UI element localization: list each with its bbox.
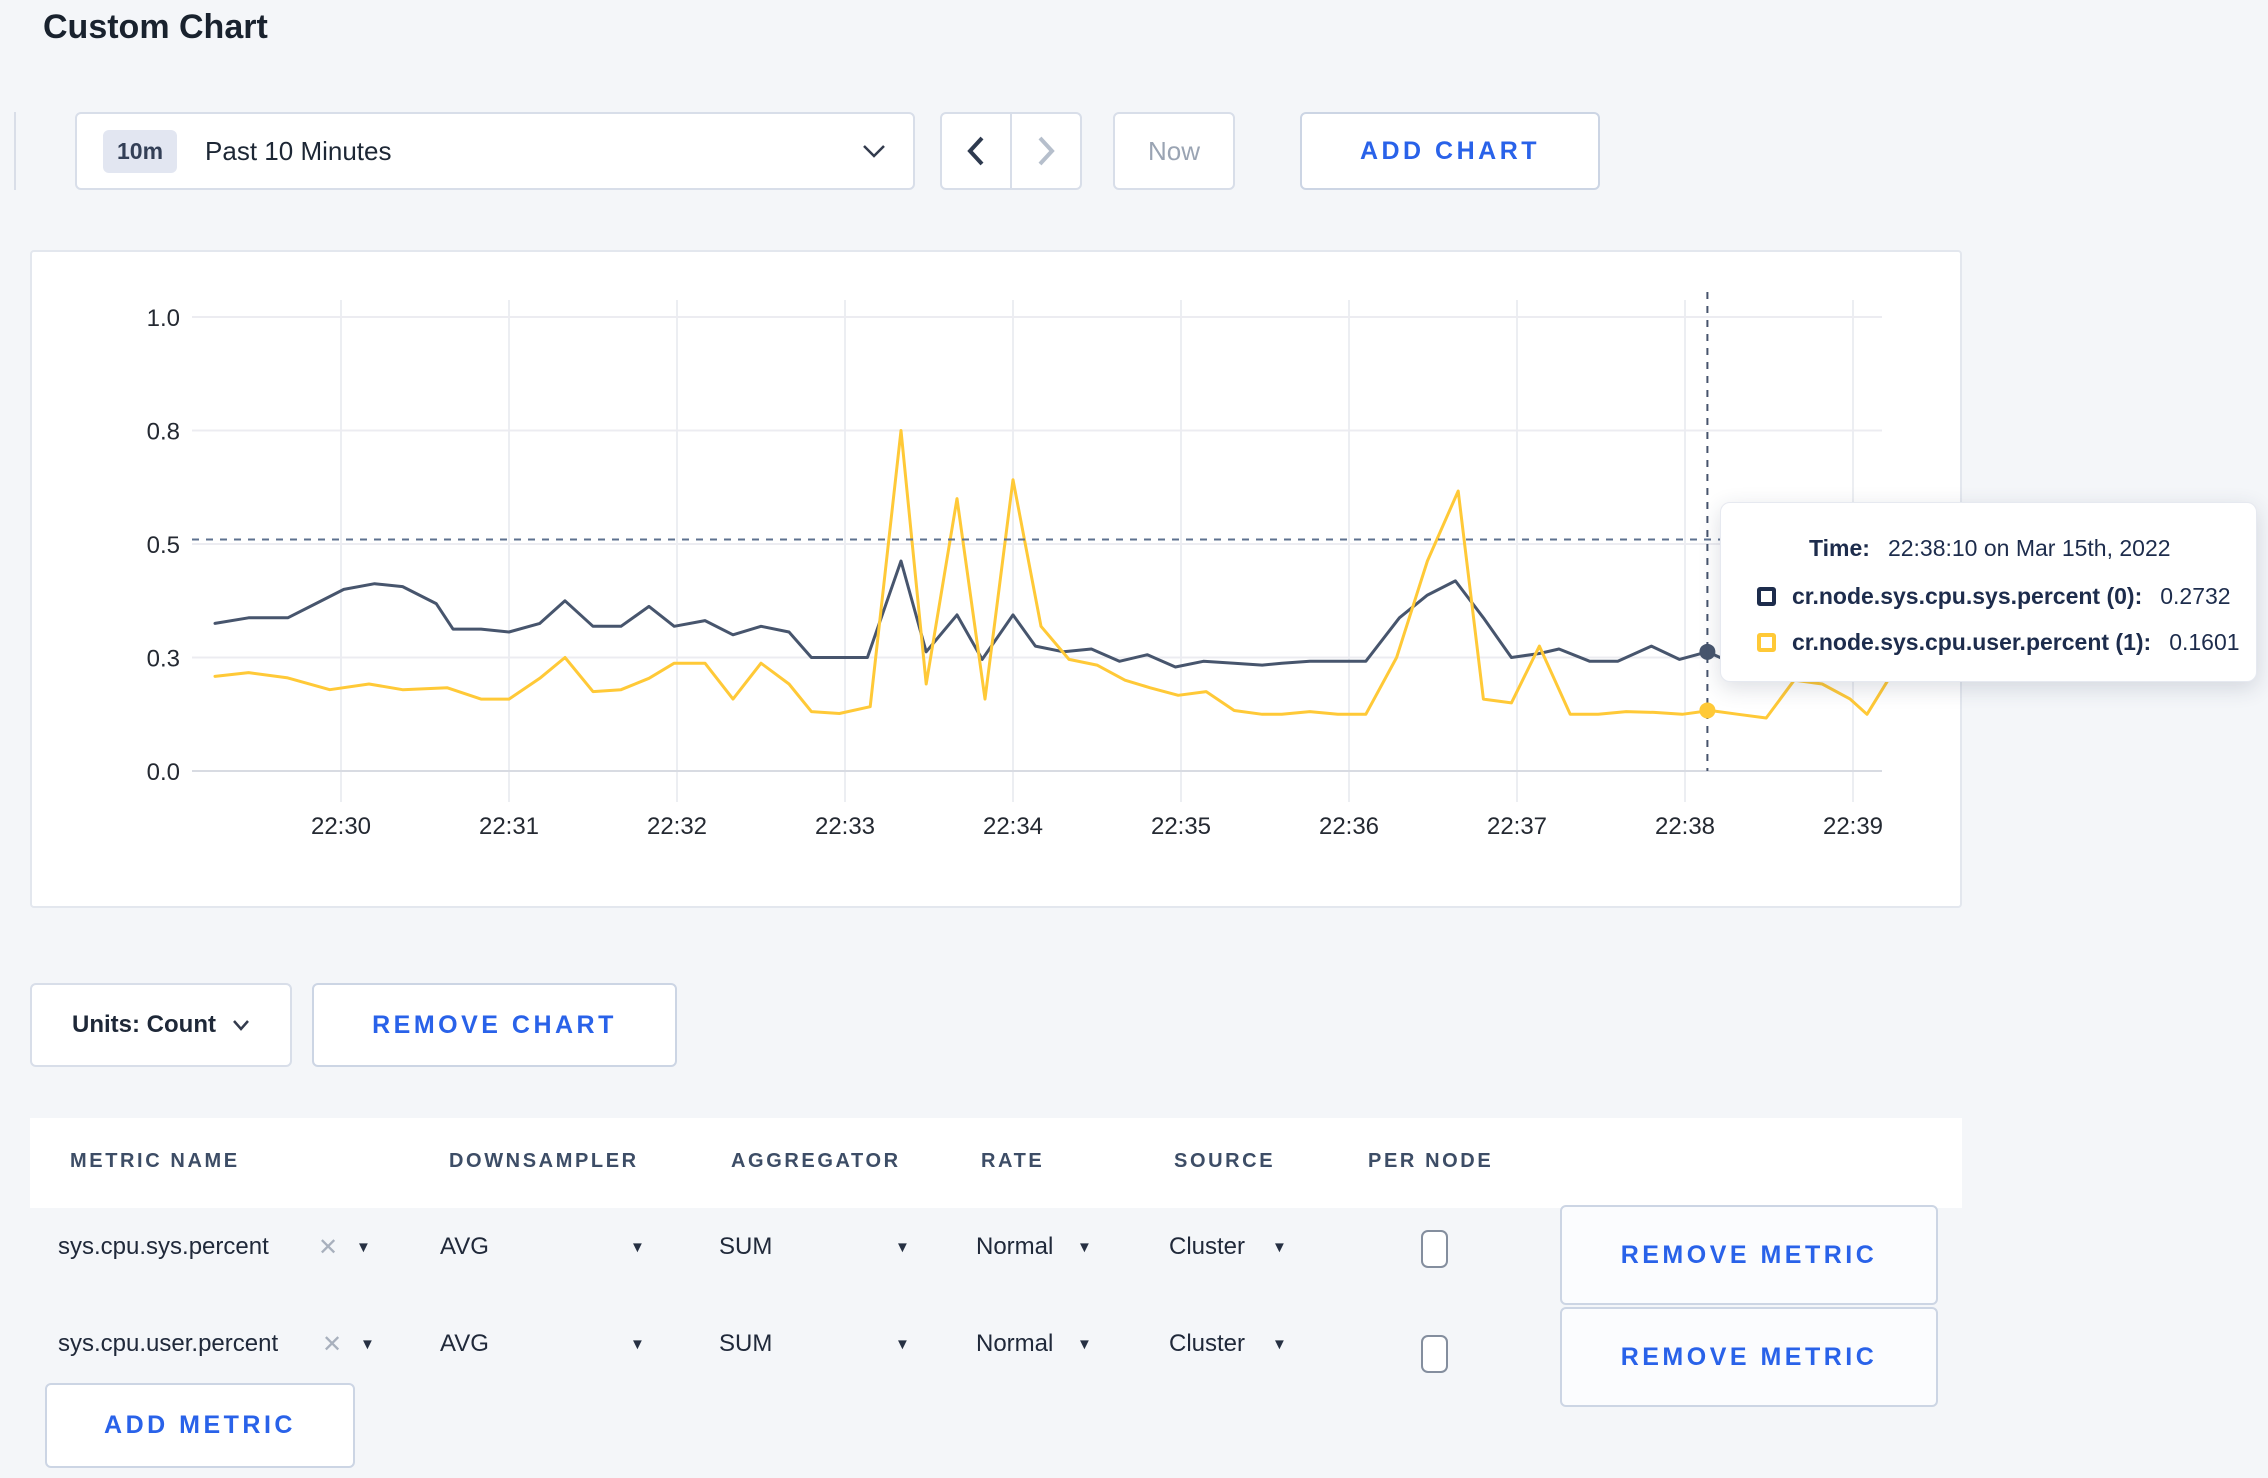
per-node-checkbox[interactable]	[1421, 1230, 1448, 1268]
chevron-down-icon	[232, 1019, 250, 1031]
source-caret-down-icon[interactable]: ▼	[1272, 1336, 1287, 1353]
column-header-aggregator: AGGREGATOR	[731, 1150, 901, 1172]
now-button[interactable]: Now	[1113, 112, 1235, 190]
remove-chart-button[interactable]: REMOVE CHART	[312, 983, 677, 1067]
tooltip-time-value: 22:38:10 on Mar 15th, 2022	[1887, 535, 2171, 561]
metric-caret-down-icon[interactable]: ▼	[360, 1336, 375, 1353]
aggregator-caret-down-icon[interactable]: ▼	[895, 1239, 910, 1256]
svg-text:22:38: 22:38	[1655, 813, 1715, 840]
tooltip-time-row: Time: 22:38:10 on Mar 15th, 2022	[1809, 535, 2171, 562]
svg-text:22:30: 22:30	[311, 813, 371, 840]
sys-series-swatch-icon	[1757, 587, 1776, 606]
units-dropdown-label: Units: Count	[72, 1011, 216, 1038]
tooltip-series-row: cr.node.sys.cpu.sys.percent (0): 0.2732	[1757, 583, 2231, 610]
source-caret-down-icon[interactable]: ▼	[1272, 1239, 1287, 1256]
time-range-dropdown[interactable]: 10m Past 10 Minutes	[75, 112, 915, 190]
svg-text:22:35: 22:35	[1151, 813, 1211, 840]
add-chart-label: ADD CHART	[1359, 136, 1541, 165]
svg-text:0.8: 0.8	[147, 419, 180, 446]
metric-caret-down-icon[interactable]: ▼	[356, 1239, 371, 1256]
tooltip-time-label: Time:	[1809, 535, 1870, 561]
svg-text:0.5: 0.5	[147, 532, 180, 559]
toolbar-left-divider	[14, 112, 16, 190]
svg-text:0.3: 0.3	[147, 646, 180, 673]
add-chart-button[interactable]: ADD CHART	[1300, 112, 1600, 190]
time-range-prev-button[interactable]	[940, 112, 1012, 190]
time-range-next-button[interactable]	[1010, 112, 1082, 190]
svg-text:1.0: 1.0	[147, 305, 180, 332]
clear-metric-icon[interactable]: ✕	[318, 1233, 338, 1262]
svg-text:0.0: 0.0	[147, 759, 180, 786]
add-metric-label: ADD METRIC	[104, 1411, 296, 1439]
svg-text:22:36: 22:36	[1319, 813, 1379, 840]
remove-metric-label: REMOVE METRIC	[1620, 1342, 1878, 1371]
rate-caret-down-icon[interactable]: ▼	[1077, 1239, 1092, 1256]
timeseries-chart[interactable]: 22:30 22:31 22:32 22:33 22:34 22:35 22:36 22:37…	[32, 252, 1964, 910]
column-header-downsampler: DOWNSAMPLER	[449, 1150, 639, 1172]
remove-metric-button[interactable]: REMOVE METRIC	[1560, 1205, 1938, 1305]
svg-text:22:33: 22:33	[815, 813, 875, 840]
rate-caret-down-icon[interactable]: ▼	[1077, 1336, 1092, 1353]
svg-text:22:37: 22:37	[1487, 813, 1547, 840]
time-range-badge: 10m	[103, 129, 178, 173]
clear-metric-icon[interactable]: ✕	[322, 1330, 342, 1359]
metric-name-select[interactable]: sys.cpu.sys.percent	[58, 1233, 269, 1261]
page-title: Custom Chart	[43, 8, 268, 46]
column-header-rate: RATE	[981, 1150, 1045, 1172]
remove-metric-button[interactable]: REMOVE METRIC	[1560, 1307, 1938, 1407]
metric-name-select[interactable]: sys.cpu.user.percent	[58, 1330, 278, 1358]
chart-card: 22:30 22:31 22:32 22:33 22:34 22:35 22:36 22:37…	[30, 250, 1962, 908]
tooltip-series-name: cr.node.sys.cpu.user.percent (1):	[1792, 629, 2152, 655]
column-header-per-node: PER NODE	[1368, 1150, 1494, 1172]
svg-text:22:39: 22:39	[1823, 813, 1883, 840]
aggregator-caret-down-icon[interactable]: ▼	[895, 1336, 910, 1353]
source-select[interactable]: Cluster	[1169, 1233, 1245, 1261]
downsampler-caret-down-icon[interactable]: ▼	[630, 1336, 645, 1353]
remove-metric-label: REMOVE METRIC	[1620, 1240, 1878, 1269]
time-range-label: Past 10 Minutes	[205, 135, 392, 166]
column-header-metric-name: METRIC NAME	[70, 1150, 240, 1172]
rate-select[interactable]: Normal	[976, 1233, 1053, 1261]
chart-hover-tooltip: Time: 22:38:10 on Mar 15th, 2022 cr.node…	[1720, 502, 2257, 682]
downsampler-caret-down-icon[interactable]: ▼	[630, 1239, 645, 1256]
add-metric-button[interactable]: ADD METRIC	[45, 1383, 355, 1468]
chevron-left-icon	[966, 135, 986, 167]
now-button-label: Now	[1147, 135, 1200, 166]
chevron-right-icon	[1036, 135, 1056, 167]
aggregator-select[interactable]: SUM	[719, 1330, 772, 1358]
aggregator-select[interactable]: SUM	[719, 1233, 772, 1261]
svg-text:22:34: 22:34	[983, 813, 1043, 840]
remove-chart-label: REMOVE CHART	[372, 1010, 617, 1039]
svg-text:22:32: 22:32	[647, 813, 707, 840]
tooltip-series-row: cr.node.sys.cpu.user.percent (1): 0.1601	[1757, 629, 2240, 656]
source-select[interactable]: Cluster	[1169, 1330, 1245, 1358]
chevron-down-icon	[861, 143, 887, 159]
per-node-checkbox[interactable]	[1421, 1335, 1448, 1373]
rate-select[interactable]: Normal	[976, 1330, 1053, 1358]
column-header-source: SOURCE	[1174, 1150, 1276, 1172]
svg-text:22:31: 22:31	[479, 813, 539, 840]
user-series-swatch-icon	[1757, 633, 1776, 652]
downsampler-select[interactable]: AVG	[440, 1233, 489, 1261]
tooltip-series-name: cr.node.sys.cpu.sys.percent (0):	[1792, 583, 2143, 609]
metric-row: sys.cpu.sys.percent ✕ ▼ AVG ▼ SUM ▼ Norm…	[0, 1205, 2268, 1308]
tooltip-series-value: 0.2732	[2160, 583, 2231, 609]
metrics-table-header: METRIC NAME DOWNSAMPLER AGGREGATOR RATE …	[30, 1118, 1962, 1208]
units-dropdown[interactable]: Units: Count	[30, 983, 292, 1067]
tooltip-series-value: 0.1601	[2169, 629, 2240, 655]
downsampler-select[interactable]: AVG	[440, 1330, 489, 1358]
